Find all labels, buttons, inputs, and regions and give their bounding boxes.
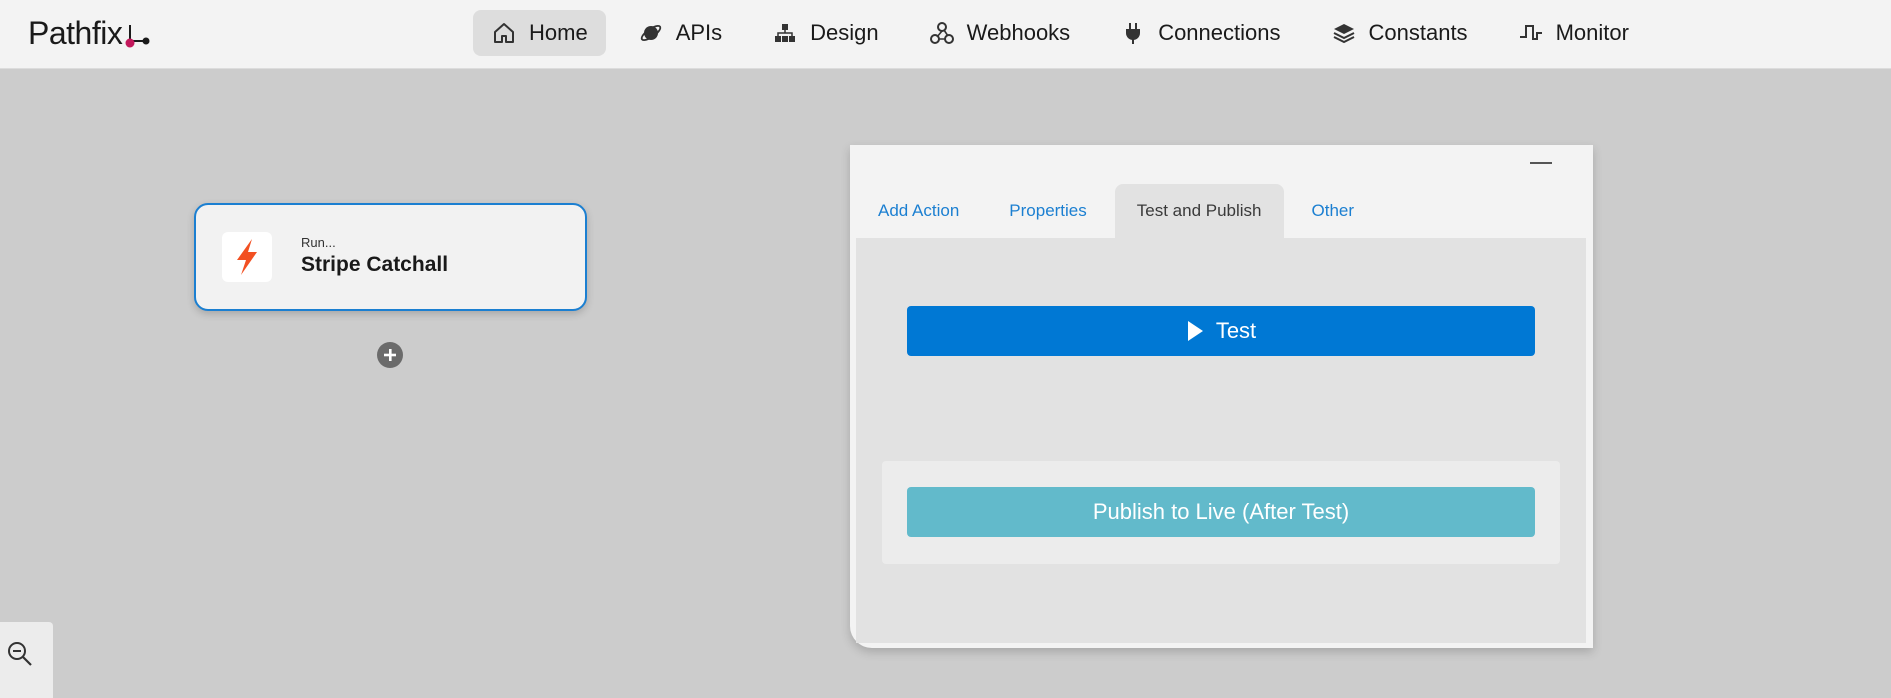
- nav-item-connections[interactable]: Connections: [1102, 10, 1298, 56]
- hierarchy-icon: [772, 20, 798, 46]
- nav-item-monitor[interactable]: Monitor: [1500, 10, 1647, 56]
- nav-item-webhooks[interactable]: Webhooks: [911, 10, 1089, 56]
- panel-tabs: Add Action Properties Test and Publish O…: [856, 184, 1382, 238]
- nav-item-label: APIs: [675, 20, 723, 45]
- home-icon: [491, 20, 517, 46]
- nav-item-design[interactable]: Design: [754, 10, 896, 56]
- minimize-icon[interactable]: [1530, 162, 1552, 164]
- test-button-label: Test: [1215, 318, 1257, 343]
- nav-item-label: Constants: [1368, 20, 1468, 45]
- main-nav: Home APIs Design Webhooks Connections Co…: [473, 10, 1661, 56]
- layers-icon: [1331, 20, 1357, 46]
- logo-text: Pathfix: [28, 14, 123, 51]
- node-settings-panel: Add Action Properties Test and Publish O…: [850, 145, 1593, 648]
- plug-icon: [1120, 20, 1146, 46]
- tab-add-action[interactable]: Add Action: [856, 184, 981, 238]
- nav-item-constants[interactable]: Constants: [1313, 10, 1486, 56]
- nav-item-label: Home: [529, 20, 588, 45]
- panel-body: Test Publish to Live (After Test): [856, 238, 1586, 643]
- nav-item-label: Connections: [1158, 20, 1281, 45]
- nav-item-home[interactable]: Home: [473, 10, 606, 56]
- zoom-out-icon[interactable]: [6, 640, 34, 673]
- nav-item-label: Webhooks: [966, 20, 1071, 45]
- nav-item-apis[interactable]: APIs: [620, 10, 740, 56]
- publish-section: Publish to Live (After Test): [882, 461, 1560, 564]
- planet-icon: [638, 20, 664, 46]
- webhook-icon: [929, 20, 955, 46]
- tab-other[interactable]: Other: [1290, 184, 1377, 238]
- top-bar: Pathfix Home APIs Design Webhooks Connec…: [0, 0, 1891, 69]
- lightning-icon: [222, 232, 272, 282]
- node-title: Stripe Catchall: [301, 253, 449, 276]
- play-icon: [1186, 320, 1204, 342]
- logo-mark-icon: [125, 25, 150, 48]
- publish-button[interactable]: Publish to Live (After Test): [907, 487, 1535, 537]
- tab-test-and-publish[interactable]: Test and Publish: [1114, 184, 1284, 238]
- logo[interactable]: Pathfix: [28, 13, 150, 53]
- plus-circle-icon[interactable]: [377, 342, 403, 368]
- node-subtitle: Run...: [301, 235, 336, 250]
- pulse-icon: [1518, 20, 1544, 46]
- zoom-control[interactable]: [0, 622, 53, 698]
- nav-item-label: Design: [810, 20, 879, 45]
- workflow-node-card[interactable]: Run... Stripe Catchall: [194, 203, 587, 311]
- tab-properties[interactable]: Properties: [987, 184, 1108, 238]
- test-button[interactable]: Test: [907, 306, 1535, 356]
- nav-item-label: Monitor: [1555, 20, 1629, 45]
